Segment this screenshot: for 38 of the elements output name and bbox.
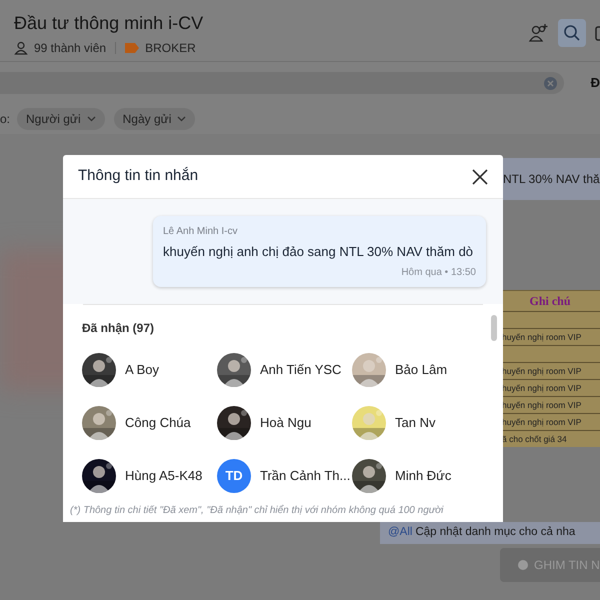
member-count: 99 thành viên [34,40,106,57]
message-text: khuyến nghị anh chị đảo sang NTL 30% NAV thăm dò [163,243,474,261]
add-member-icon[interactable] [528,22,550,44]
search-button[interactable] [558,19,586,47]
caret-icon [86,116,96,122]
filter-label: o: [0,111,10,128]
member-name: Bảo Lâm [395,360,448,379]
person-icon [14,41,28,55]
info-icon [518,560,528,570]
scrollbar-thumb[interactable] [491,314,497,340]
search-field[interactable] [0,72,564,94]
member-name: Trần Cảnh Th... [260,466,350,485]
member-name: Tan Nv [395,414,436,432]
message-time: Hôm qua • 13:50 [401,266,476,280]
side-label: Đ [590,74,600,92]
message-text: Cập nhật danh mục cho cả nha [415,525,576,540]
received-heading: Đã nhận (97) [82,320,154,336]
group-title: Đầu tư thông minh i-CV [14,12,204,34]
member-name: Hùng A5-K48 [125,466,202,485]
tag-label: BROKER [145,40,196,57]
avatar-initials: TD [217,458,251,492]
member-name: Hoà Ngu [260,414,312,432]
footnote: (*) Thông tin chi tiết "Đã xem", "Đã nhận" chỉ hiển thị với nhóm không quá 100 người [70,504,444,518]
sender-name: Lê Anh Minh I-cv [163,225,238,239]
member-name: Minh Đức [395,466,452,485]
mention-link[interactable]: @All [388,524,412,542]
member-name: A Boy [125,360,159,379]
close-icon[interactable] [472,168,488,184]
search-icon [563,24,581,42]
table-heading: Ghi chú [528,293,572,310]
member-name: Anh Tiến YSC [260,360,342,379]
filter-chip[interactable]: Người gửi [17,108,105,130]
tag-icon [125,43,140,53]
member-name: Công Chúa [125,414,191,432]
caret-icon [177,116,186,122]
filter-chip[interactable]: Ngày gửi [114,108,196,130]
message-text: NTL 30% NAV thă [503,171,600,188]
dialog-title: Thông tin tin nhắn [78,166,198,186]
